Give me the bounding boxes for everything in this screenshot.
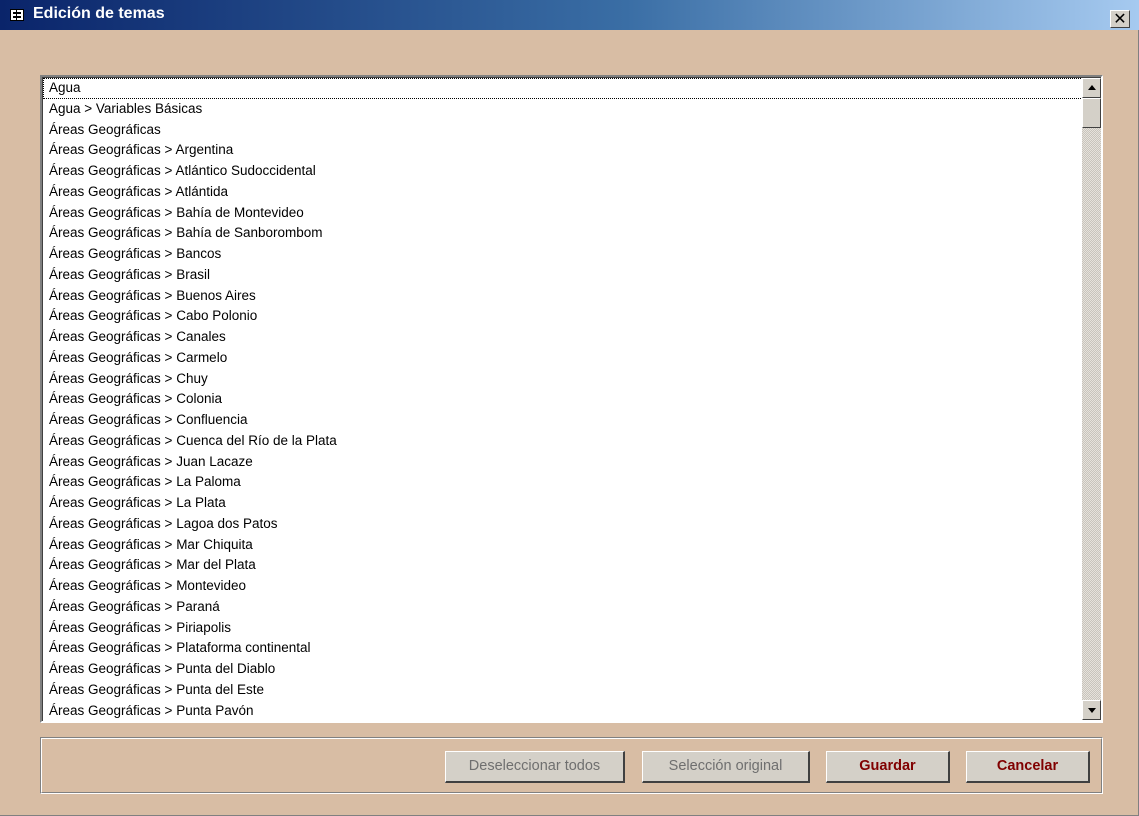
- list-item[interactable]: Áreas Geográficas > Canales: [43, 327, 1083, 348]
- scroll-down-button[interactable]: [1082, 700, 1101, 720]
- dialog-window: Edición de temas ✕ Agua Agua > Variables …: [0, 0, 1139, 816]
- list-item[interactable]: Agua: [43, 78, 1083, 99]
- list-item[interactable]: Áreas Geográficas > Bancos: [43, 244, 1083, 265]
- list-item[interactable]: Áreas Geográficas > Chuy: [43, 369, 1083, 390]
- listbox-inner: Agua Agua > Variables Básicas Áreas Geográ…: [42, 77, 1101, 721]
- list-item[interactable]: Áreas Geográficas > Argentina: [43, 140, 1083, 161]
- list-item[interactable]: Áreas Geográficas > Cabo Polonio: [43, 306, 1083, 327]
- list-item[interactable]: Áreas Geográficas > Buenos Aires: [43, 286, 1083, 307]
- list-item[interactable]: Áreas Geográficas: [43, 120, 1083, 141]
- cancel-button[interactable]: Cancelar: [966, 751, 1090, 783]
- scroll-thumb[interactable]: [1082, 98, 1101, 128]
- list-item[interactable]: Áreas Geográficas > Piriapolis: [43, 618, 1083, 639]
- list-item[interactable]: Áreas Geográficas > Punta Pavón: [43, 701, 1083, 722]
- list-item[interactable]: Áreas Geográficas > Cuenca del Río de la…: [43, 431, 1083, 452]
- arrow-up-icon: [1088, 85, 1096, 90]
- list-item[interactable]: Áreas Geográficas > Confluencia: [43, 410, 1083, 431]
- close-icon: ✕: [1113, 9, 1127, 28]
- list-item[interactable]: Áreas Geográficas > La Paloma: [43, 472, 1083, 493]
- arrow-down-icon: [1088, 708, 1096, 713]
- title-bar[interactable]: Edición de temas ✕: [0, 0, 1139, 30]
- list-item[interactable]: Áreas Geográficas > Plataforma continent…: [43, 638, 1083, 659]
- list-item[interactable]: Áreas Geográficas > Mar Chiquita: [43, 535, 1083, 556]
- form-icon: [10, 9, 24, 21]
- scroll-up-button[interactable]: [1082, 78, 1101, 98]
- list-item[interactable]: Áreas Geográficas > Atlántida: [43, 182, 1083, 203]
- list-item[interactable]: Áreas Geográficas > Mar del Plata: [43, 555, 1083, 576]
- list-item[interactable]: Áreas Geográficas > La Plata: [43, 493, 1083, 514]
- list-item[interactable]: Áreas Geográficas > Montevideo: [43, 576, 1083, 597]
- list-item[interactable]: Áreas Geográficas > Bahía de Sanborombom: [43, 223, 1083, 244]
- button-panel-inner: Deseleccionar todos Selección original G…: [41, 738, 1102, 793]
- list-item[interactable]: Áreas Geográficas > Paraná: [43, 597, 1083, 618]
- list-item[interactable]: Áreas Geográficas > Carmelo: [43, 348, 1083, 369]
- list-item[interactable]: Áreas Geográficas > Bahía de Montevideo: [43, 203, 1083, 224]
- save-button[interactable]: Guardar: [826, 751, 950, 783]
- list-item[interactable]: Áreas Geográficas > Punta del Diablo: [43, 659, 1083, 680]
- list-item[interactable]: Áreas Geográficas > Brasil: [43, 265, 1083, 286]
- deselect-all-button[interactable]: Deseleccionar todos: [445, 751, 625, 783]
- close-button[interactable]: ✕: [1110, 10, 1130, 28]
- topic-list: Agua Agua > Variables Básicas Áreas Geográ…: [43, 78, 1083, 721]
- list-item[interactable]: Áreas Geográficas > Juan Lacaze: [43, 452, 1083, 473]
- list-item[interactable]: Agua > Variables Básicas: [43, 99, 1083, 120]
- vertical-scrollbar[interactable]: [1082, 78, 1101, 720]
- button-panel: Deseleccionar todos Selección original G…: [40, 737, 1103, 794]
- list-item[interactable]: Áreas Geográficas > Lagoa dos Patos: [43, 514, 1083, 535]
- list-item[interactable]: Áreas Geográficas > Atlántico Sudocciden…: [43, 161, 1083, 182]
- list-item[interactable]: Áreas Geográficas > Punta del Este: [43, 680, 1083, 701]
- window-title: Edición de temas: [33, 5, 165, 22]
- original-selection-button[interactable]: Selección original: [642, 751, 810, 783]
- topics-listbox[interactable]: Agua Agua > Variables Básicas Áreas Geográ…: [40, 75, 1103, 723]
- list-item[interactable]: Áreas Geográficas > Colonia: [43, 389, 1083, 410]
